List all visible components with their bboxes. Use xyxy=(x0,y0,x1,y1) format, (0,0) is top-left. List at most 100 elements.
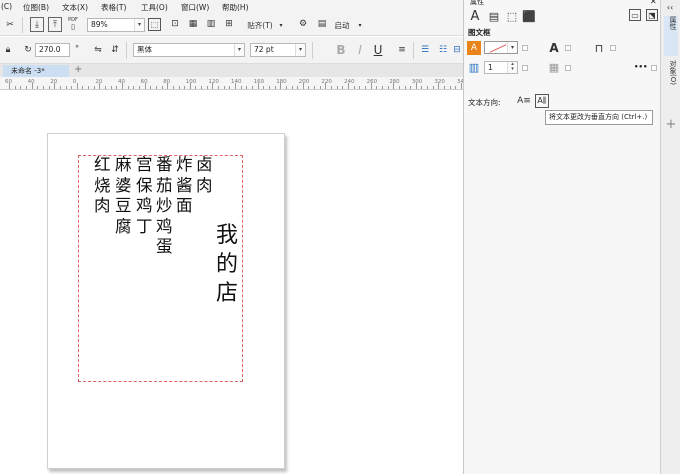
text-char: 麻 xyxy=(115,155,132,174)
font-size-value: 72 pt xyxy=(254,45,274,54)
ruler-tick xyxy=(251,86,253,89)
menu-item-bitmap[interactable]: 位图(B) xyxy=(23,2,49,13)
text-align-icon[interactable]: ≡ xyxy=(395,43,409,57)
export-button[interactable]: ⤒ xyxy=(48,17,62,32)
frame-properties-icon[interactable]: ⬚ xyxy=(505,9,519,23)
panel-option-icon[interactable]: ▭ xyxy=(629,9,641,21)
text-color-icon[interactable]: A xyxy=(547,41,561,55)
ruler-tick xyxy=(20,86,22,89)
chevron-down-icon[interactable]: ▾ xyxy=(277,19,285,31)
ruler-label: 240 xyxy=(344,79,355,85)
vertical-text-icon[interactable]: A⫼ xyxy=(535,94,549,108)
ruler-tick xyxy=(110,86,112,89)
ruler-tick xyxy=(438,83,440,89)
rotate-icon[interactable]: ↻ xyxy=(22,43,34,57)
ruler-tick xyxy=(246,86,248,89)
menu-item-c[interactable]: (C) xyxy=(1,2,12,11)
guidelines-icon[interactable]: ⊞ xyxy=(222,17,236,31)
mirror-horizontal-icon[interactable]: ⇋ xyxy=(91,43,105,57)
frame-color-picker[interactable]: ▾ xyxy=(484,41,518,54)
snap-to-button[interactable]: 贴齐(T) xyxy=(246,19,274,31)
paragraph-properties-icon[interactable]: ▤ xyxy=(487,9,501,23)
launch-icon[interactable]: ▤ xyxy=(315,17,329,31)
text-char: 烧 xyxy=(94,175,111,195)
options-gear-icon[interactable]: ⚙ xyxy=(296,17,310,31)
dock-tab-properties[interactable]: 属性 xyxy=(664,16,678,56)
ruler-label: 200 xyxy=(298,79,310,85)
ruler-tick xyxy=(444,86,446,89)
ruler-tick xyxy=(235,83,236,89)
publish-pdf-button[interactable]: PDF ▯ xyxy=(65,16,81,32)
frame-size-checkbox[interactable] xyxy=(610,45,616,51)
bold-button[interactable]: B xyxy=(334,42,348,58)
mirror-vertical-icon[interactable]: ⇵ xyxy=(108,43,122,57)
menu-item-window[interactable]: 窗口(W) xyxy=(181,2,209,13)
columns-checkbox[interactable] xyxy=(522,65,528,71)
text-color-checkbox[interactable] xyxy=(565,45,571,51)
spinner-icon[interactable]: ▴ ▾ xyxy=(507,62,517,73)
ruler-tick xyxy=(274,86,276,89)
horizontal-text-icon[interactable]: A≡ xyxy=(517,94,531,108)
horizontal-ruler[interactable]: 60 40 20 0 20 40 60 80 100 120 140 160 180 200 220 240 2… xyxy=(0,77,479,90)
frame-background-icon[interactable]: A xyxy=(467,41,481,55)
document-tab[interactable]: 未命名 -3* xyxy=(3,65,69,77)
ruler-tick xyxy=(342,86,344,89)
ruler-tick xyxy=(150,86,152,89)
docker-options-icon[interactable]: ‹‹ xyxy=(664,2,676,12)
add-document-tab-button[interactable]: + xyxy=(74,64,82,75)
font-list-select[interactable]: 黑体 ▾ xyxy=(133,43,245,57)
add-docker-button[interactable]: + xyxy=(664,117,678,132)
view-mode-icon[interactable]: ⊡ xyxy=(168,17,182,31)
menu-item-tools[interactable]: 工具(O) xyxy=(141,2,168,13)
ruler-tick xyxy=(263,86,265,89)
lock-icon[interactable]: 🔒︎ xyxy=(2,43,14,57)
column-settings-icon[interactable]: ▦ xyxy=(547,60,561,74)
numbered-list-icon[interactable]: ☷ xyxy=(436,43,450,57)
menu-item-text[interactable]: 文本(X) xyxy=(62,2,88,13)
italic-button[interactable]: I xyxy=(353,42,367,58)
ruler-tick xyxy=(461,83,462,89)
bullet-list-icon[interactable]: ☰ xyxy=(418,43,432,57)
font-size-select[interactable]: 72 pt ▾ xyxy=(250,43,306,57)
launch-button[interactable]: 启动 xyxy=(332,19,352,31)
zoom-select[interactable]: 89% ▾ xyxy=(87,18,145,32)
grid-icon[interactable]: ▥ xyxy=(204,17,218,31)
rotation-angle-field[interactable]: 270.0 xyxy=(35,43,70,57)
image-frame-icon[interactable]: ⬛ xyxy=(522,9,536,23)
columns-value: 1 xyxy=(488,63,493,72)
import-button[interactable]: ⤓ xyxy=(30,17,44,32)
full-screen-icon[interactable]: ⬚ xyxy=(148,18,161,31)
rulers-icon[interactable]: ▦ xyxy=(186,17,200,31)
ruler-tick xyxy=(302,83,304,89)
frame-size-icon[interactable]: ⊓ xyxy=(592,41,606,55)
menu-item-table[interactable]: 表格(T) xyxy=(101,2,126,13)
text-char: 炒 xyxy=(156,196,173,215)
dock-tab-objects[interactable]: 对象(O) xyxy=(664,60,678,110)
property-bar: 🔒︎ ↻ 270.0 ° ⇋ ⇵ 黑体 ▾ 72 pt ▾ B I U ≡ ☰ … xyxy=(0,37,463,64)
ruler-tick xyxy=(54,83,56,89)
menu-item-help[interactable]: 帮助(H) xyxy=(222,2,249,13)
frame-color-checkbox[interactable] xyxy=(522,45,528,51)
ruler-tick xyxy=(206,86,208,89)
character-properties-icon[interactable]: A xyxy=(468,9,482,24)
ruler-label: 220 xyxy=(321,79,332,85)
more-options-button[interactable]: ••• xyxy=(634,63,647,71)
panel-expand-icon[interactable]: ⬔ xyxy=(646,9,658,21)
cut-icon[interactable]: ✂ xyxy=(3,18,17,32)
column-settings-checkbox[interactable] xyxy=(565,65,571,71)
text-char: 肉 xyxy=(196,175,213,195)
columns-number-field[interactable]: 1 ▴ ▾ xyxy=(484,61,518,74)
more-checkbox[interactable] xyxy=(651,65,657,71)
ruler-tick xyxy=(59,86,61,89)
columns-icon[interactable]: ▥ xyxy=(467,60,481,74)
ruler-tick xyxy=(212,83,214,89)
ruler-tick xyxy=(359,86,361,89)
drop-cap-icon[interactable]: ⊟ xyxy=(451,43,463,57)
chevron-down-icon[interactable]: ▾ xyxy=(356,19,364,31)
menu-bar: (C) 位图(B) 文本(X) 表格(T) 工具(O) 窗口(W) 帮助(H) xyxy=(0,0,463,14)
ruler-tick xyxy=(48,86,50,89)
underline-button[interactable]: U xyxy=(371,42,385,58)
close-icon[interactable]: ✕ xyxy=(650,0,657,6)
ruler-tick xyxy=(415,83,417,89)
ruler-tick xyxy=(285,86,287,89)
